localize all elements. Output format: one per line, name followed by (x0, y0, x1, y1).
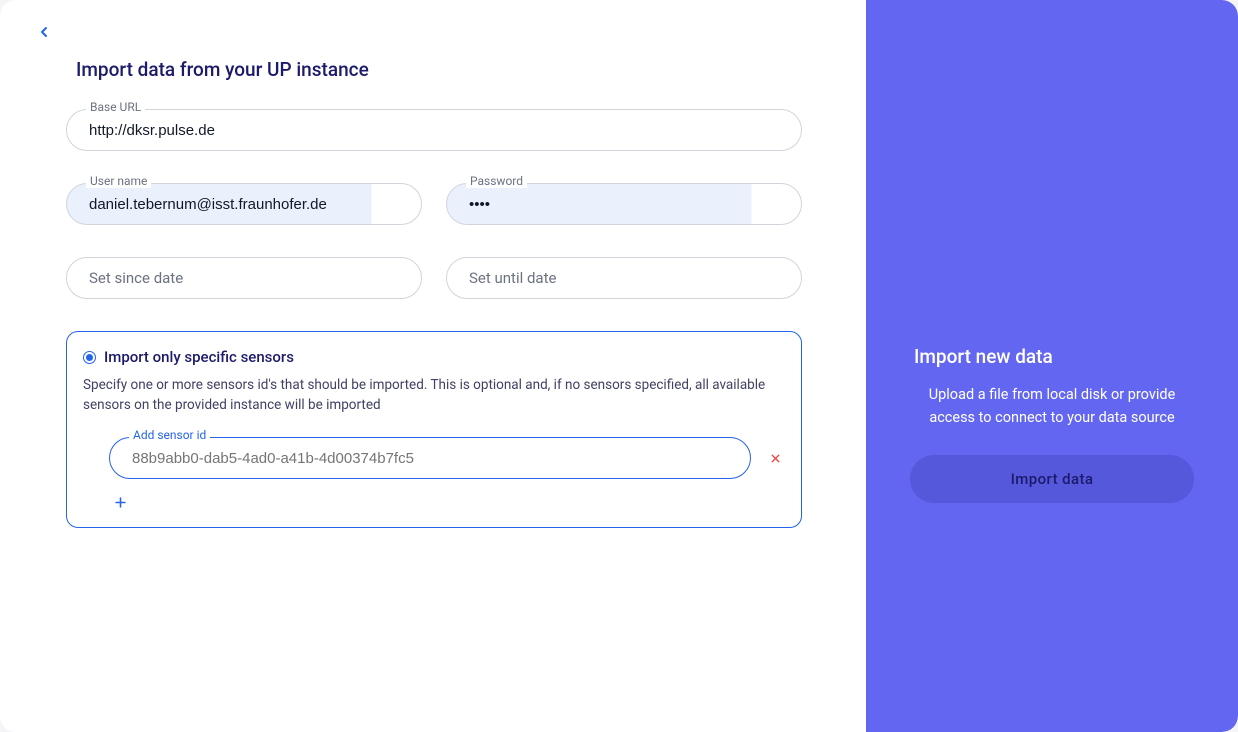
sidebar-title: Import new data (914, 345, 1053, 368)
sensor-filter-box: Import only specific sensors Specify one… (66, 331, 802, 528)
sensor-filter-title: Import only specific sensors (104, 348, 294, 366)
page-title: Import data from your UP instance (76, 58, 832, 81)
sensor-id-row: Add sensor id (109, 437, 785, 479)
remove-sensor-button[interactable] (765, 448, 785, 468)
sidebar-description: Upload a file from local disk or provide… (914, 384, 1190, 429)
since-date-field[interactable]: Set since date (66, 257, 422, 299)
password-field: Password (446, 183, 802, 225)
plus-icon (113, 495, 128, 510)
base-url-label: Base URL (86, 100, 145, 114)
since-date-input[interactable]: Set since date (66, 257, 422, 299)
username-field: User name (66, 183, 422, 225)
password-input[interactable] (446, 183, 802, 225)
base-url-input[interactable] (66, 109, 802, 151)
close-icon (769, 452, 782, 465)
until-date-input[interactable]: Set until date (446, 257, 802, 299)
app-container: Import data from your UP instance Base U… (0, 0, 1238, 732)
username-label: User name (86, 174, 151, 188)
sensor-id-field: Add sensor id (109, 437, 751, 479)
sidebar-panel: Import new data Upload a file from local… (866, 0, 1238, 732)
sensor-filter-radio[interactable] (83, 351, 96, 364)
password-label: Password (466, 174, 527, 188)
chevron-left-icon (36, 24, 52, 40)
until-date-field[interactable]: Set until date (446, 257, 802, 299)
sensor-filter-header: Import only specific sensors (83, 348, 785, 366)
sensor-filter-description: Specify one or more sensors id's that sh… (83, 376, 785, 415)
import-form: Base URL User name Password Set since da… (66, 109, 832, 528)
sensor-id-label: Add sensor id (129, 428, 210, 442)
username-input[interactable] (66, 183, 422, 225)
import-data-button[interactable]: Import data (910, 455, 1194, 503)
radio-dot-icon (86, 354, 93, 361)
base-url-field: Base URL (66, 109, 802, 151)
form-panel: Import data from your UP instance Base U… (0, 0, 866, 732)
add-sensor-button[interactable] (109, 491, 131, 513)
back-button[interactable] (30, 18, 58, 46)
sensor-id-input[interactable] (109, 437, 751, 479)
